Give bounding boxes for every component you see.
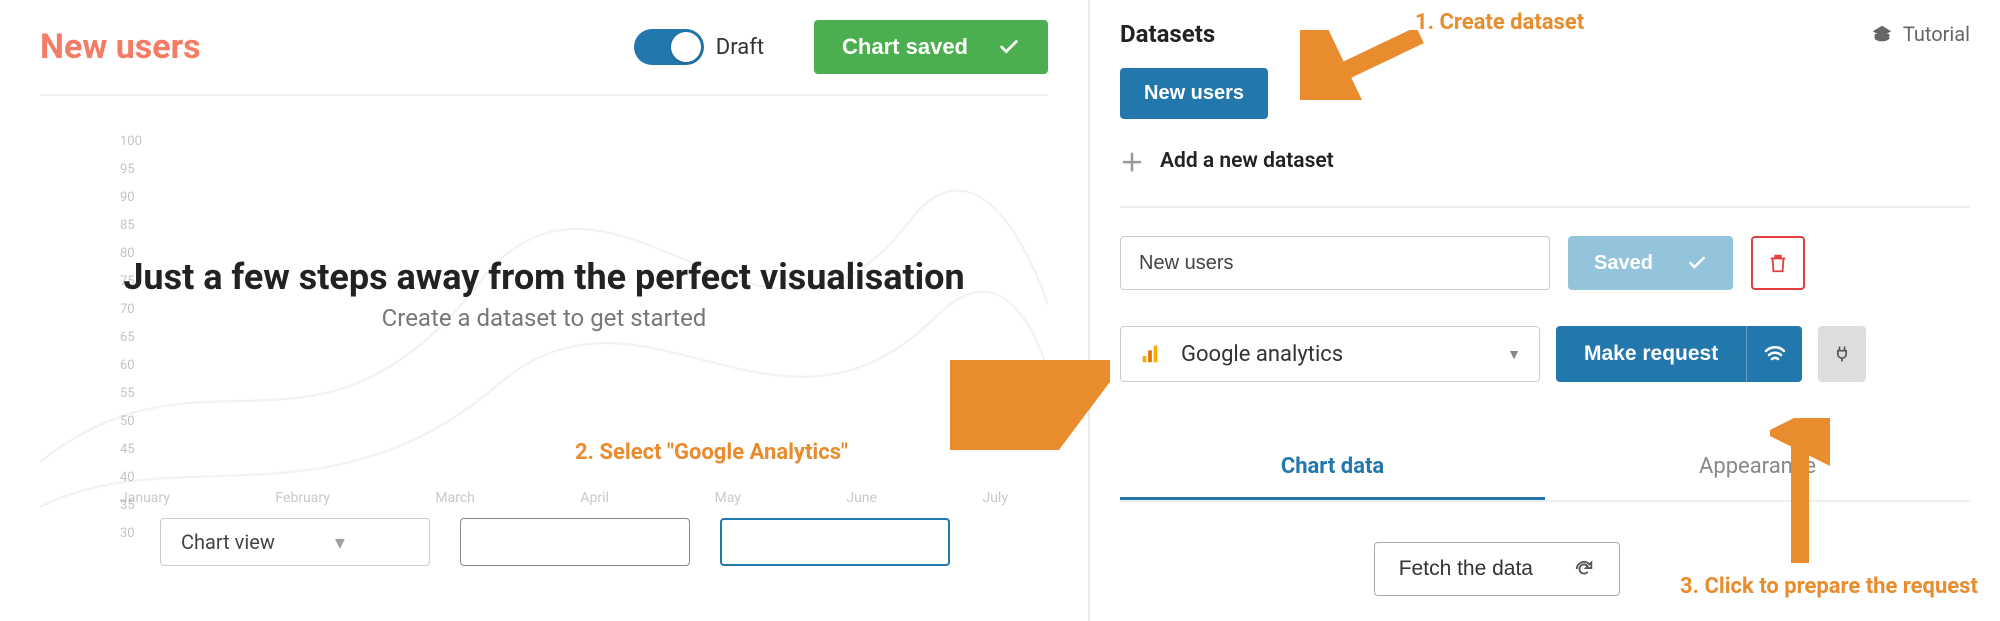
preview-headline: Just a few steps away from the perfect v…: [40, 256, 1048, 298]
chart-saved-label: Chart saved: [842, 34, 968, 60]
connection-dropdown[interactable]: Google analytics ▼: [1120, 326, 1540, 382]
check-icon: [1687, 253, 1707, 273]
dataset-name-input[interactable]: [1120, 236, 1550, 290]
draft-label: Draft: [716, 35, 764, 60]
make-request-button[interactable]: Make request: [1556, 326, 1746, 382]
toggle-knob: [671, 32, 701, 62]
google-analytics-icon: [1139, 343, 1161, 365]
tutorial-link[interactable]: Tutorial: [1871, 22, 1970, 46]
delete-dataset-button[interactable]: [1751, 236, 1805, 290]
check-icon: [998, 36, 1020, 58]
tab-appearance[interactable]: Appearance: [1545, 436, 1970, 500]
tab-chart-data[interactable]: Chart data: [1120, 436, 1545, 500]
chart-saved-button[interactable]: Chart saved: [814, 20, 1048, 74]
dataset-saved-button[interactable]: Saved: [1568, 236, 1733, 290]
page-title: New users: [40, 27, 584, 67]
draft-toggle[interactable]: [634, 29, 704, 65]
refresh-icon: [1573, 558, 1595, 580]
chevron-down-icon: ▾: [335, 530, 345, 554]
chart-preview: 1009590 858075 706560 555045 403530 Janu…: [40, 126, 1048, 556]
plug-icon: [1832, 344, 1852, 364]
wifi-icon: [1763, 342, 1787, 366]
preview-subtext: Create a dataset to get started: [40, 304, 1048, 332]
chevron-down-icon: ▼: [1507, 346, 1521, 363]
make-request-wifi-button[interactable]: [1746, 326, 1802, 382]
plug-button[interactable]: [1818, 326, 1866, 382]
fetch-data-button[interactable]: Fetch the data: [1374, 542, 1620, 596]
trash-icon: [1767, 252, 1789, 274]
control-button-1[interactable]: [460, 518, 690, 566]
add-dataset-button[interactable]: ＋ Add a new dataset: [1120, 143, 1970, 208]
datasets-heading: Datasets: [1120, 20, 1215, 48]
graduation-cap-icon: [1871, 23, 1893, 45]
plus-icon: ＋: [1120, 143, 1144, 178]
control-button-2[interactable]: [720, 518, 950, 566]
dataset-chip-new-users[interactable]: New users: [1120, 68, 1268, 119]
chart-view-dropdown[interactable]: Chart view ▾: [160, 518, 430, 566]
chart-placeholder-lines: [40, 126, 1048, 552]
